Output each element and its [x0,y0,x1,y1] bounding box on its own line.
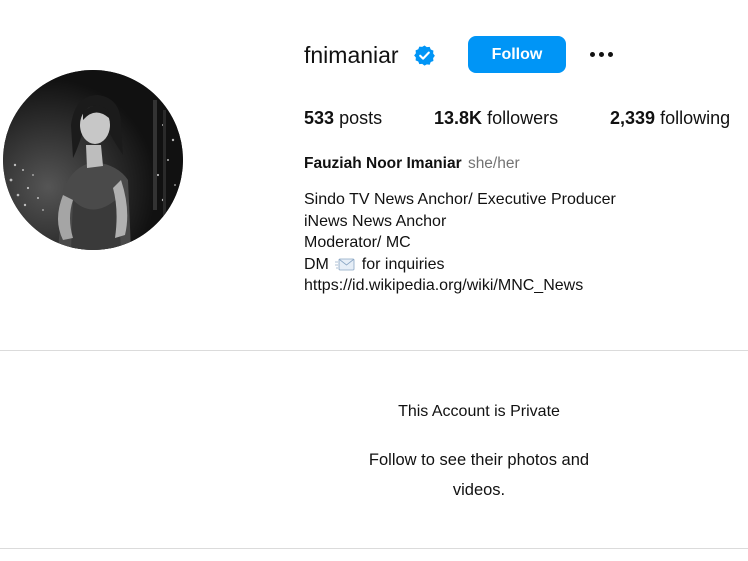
followers-label: followers [487,108,559,128]
private-account-message: Follow to see their photos and videos. [368,451,590,499]
following-label: following [660,108,731,128]
full-name-text: Fauziah Noor Imaniar [304,155,462,172]
posts-number: 533 [304,108,335,128]
divider [0,350,748,351]
posts-count: 533 posts [304,108,382,129]
follow-button[interactable]: Follow [468,36,566,73]
bio-line: Sindo TV News Anchor/ Executive Producer [304,191,616,208]
bio-inquiries-text: for inquiries [361,255,445,273]
username: fnimaniar [304,42,399,68]
avatar[interactable] [3,70,183,250]
bio-line: Moderator/ MC [304,234,411,251]
followers-number: 13.8K [434,108,483,128]
bio-link[interactable]: https://id.wikipedia.org/wiki/MNC_News [304,277,583,294]
dot [589,51,595,57]
envelope-icon [335,258,355,271]
full-name: Fauziah Noor Imaniar she/her [304,155,520,173]
bio-line: iNews News Anchor [304,212,447,230]
dot [598,51,604,57]
private-account-title: This Account is Private [398,403,560,420]
divider [0,548,748,549]
bio-link-row: https://id.wikipedia.org/wiki/MNC_News [304,275,616,297]
more-options-icon[interactable] [584,40,618,68]
bio-dm-text: DM [304,255,329,273]
following-link[interactable]: 2,339 following [610,108,730,129]
following-number: 2,339 [610,108,656,128]
bio-line: DM for inquiries [304,254,616,276]
profile-photo [3,70,183,250]
pronouns: she/her [467,155,520,172]
verified-badge-icon [414,45,435,66]
dot [607,51,613,57]
followers-link[interactable]: 13.8K followers [434,108,558,129]
posts-label: posts [339,108,383,128]
bio: Sindo TV News Anchor/ Executive Producer… [304,189,616,297]
